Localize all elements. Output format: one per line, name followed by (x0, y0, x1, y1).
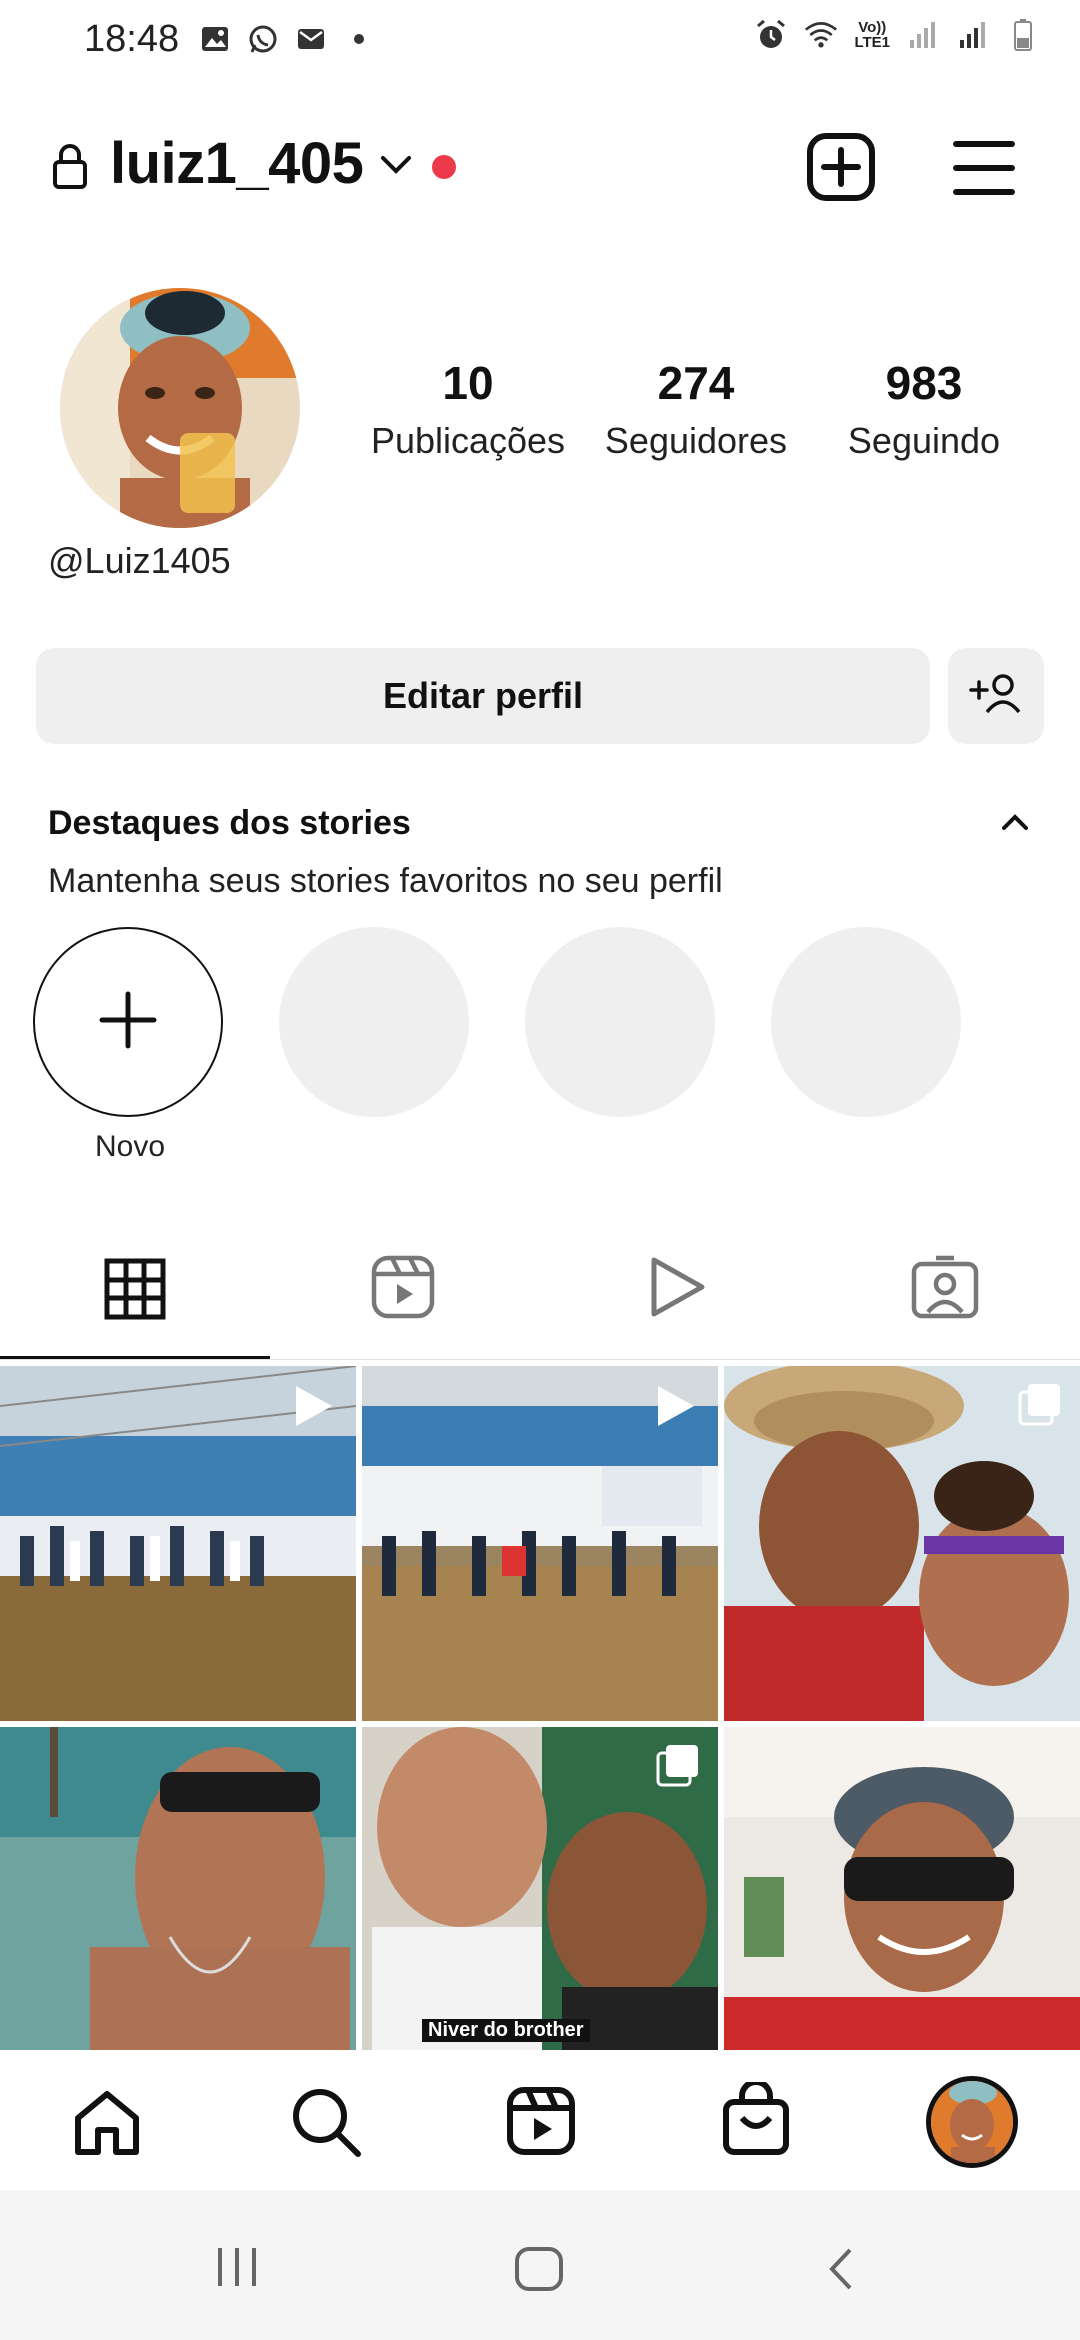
profile-avatar-large[interactable] (60, 288, 300, 528)
battery-icon (1006, 18, 1040, 52)
recents-icon[interactable] (214, 2246, 260, 2293)
add-person-icon (969, 672, 1023, 721)
stat-followers[interactable]: 274 Seguidores (586, 356, 806, 462)
back-icon[interactable] (826, 2246, 856, 2297)
carousel-indicator-icon (1018, 1382, 1062, 1431)
highlights-subtitle: Mantenha seus stories favoritos no seu p… (48, 862, 723, 900)
reels-icon[interactable] (370, 1254, 436, 1325)
mail-icon (294, 22, 328, 56)
search-icon[interactable] (290, 2086, 362, 2163)
create-plus-icon[interactable] (806, 132, 876, 207)
stat-followers-label: Seguidores (604, 420, 788, 461)
menu-icon[interactable] (952, 138, 1016, 203)
stat-followers-value: 274 (657, 357, 735, 409)
reels-nav-icon[interactable] (506, 2086, 576, 2161)
post-tile[interactable] (724, 1727, 1080, 2082)
wifi-icon (804, 18, 838, 52)
grid-icon[interactable] (104, 1258, 166, 1325)
edit-profile-button[interactable]: Editar perfil (36, 648, 930, 744)
post-tile[interactable]: Niver do brother (362, 1727, 718, 2082)
status-right-icons: Vo)) LTE1 (754, 18, 1040, 52)
volte-indicator: Vo)) LTE1 (854, 20, 890, 50)
signal-icon (906, 18, 940, 52)
home-button-icon[interactable] (514, 2246, 564, 2297)
stat-following-label: Seguindo (847, 420, 1001, 461)
post-tile[interactable] (362, 1366, 718, 1721)
new-highlight-button[interactable] (33, 927, 223, 1117)
status-time: 18:48 (84, 18, 180, 60)
stat-posts-label: Publicações (370, 420, 566, 461)
post-caption: Niver do brother (422, 2019, 590, 2042)
stat-posts[interactable]: 10 Publicações (358, 356, 578, 462)
highlight-placeholder (771, 927, 961, 1117)
chevron-up-icon[interactable] (1000, 812, 1030, 837)
reel-indicator-icon (292, 1382, 336, 1435)
profile-username[interactable]: luiz1_405 (110, 130, 364, 197)
whatsapp-icon (246, 22, 280, 56)
chevron-down-icon[interactable] (378, 150, 414, 185)
status-left-icons (198, 22, 376, 56)
gallery-icon (198, 22, 232, 56)
reel-indicator-icon (654, 1382, 698, 1435)
profile-avatar[interactable] (926, 2076, 1018, 2168)
plus-icon (98, 990, 158, 1055)
highlight-placeholder (525, 927, 715, 1117)
stat-posts-value: 10 (442, 357, 494, 409)
stat-following[interactable]: 983 Seguindo (814, 356, 1034, 462)
volte-top: Vo)) (858, 19, 887, 36)
discover-people-button[interactable] (948, 648, 1044, 744)
profile-handle: @Luiz1405 (48, 540, 231, 581)
lock-icon (52, 142, 88, 195)
volte-bottom: LTE1 (854, 34, 890, 51)
carousel-indicator-icon (656, 1743, 700, 1792)
dot-icon (342, 22, 376, 56)
signal-icon-2 (956, 18, 990, 52)
highlights-title: Destaques dos stories (48, 804, 411, 842)
post-tile[interactable] (0, 1727, 356, 2082)
shop-icon[interactable] (722, 2079, 790, 2161)
post-tile[interactable] (724, 1366, 1080, 1721)
highlight-placeholder (279, 927, 469, 1117)
stat-following-value: 983 (885, 357, 963, 409)
tagged-icon[interactable] (910, 1254, 980, 1325)
play-icon[interactable] (646, 1254, 708, 1325)
new-highlight-label: Novo (94, 1130, 166, 1163)
home-icon[interactable] (72, 2088, 142, 2163)
post-tile[interactable] (0, 1366, 356, 1721)
alarm-icon (754, 18, 788, 52)
tab-divider (0, 1359, 1080, 1360)
notification-dot (432, 155, 456, 179)
